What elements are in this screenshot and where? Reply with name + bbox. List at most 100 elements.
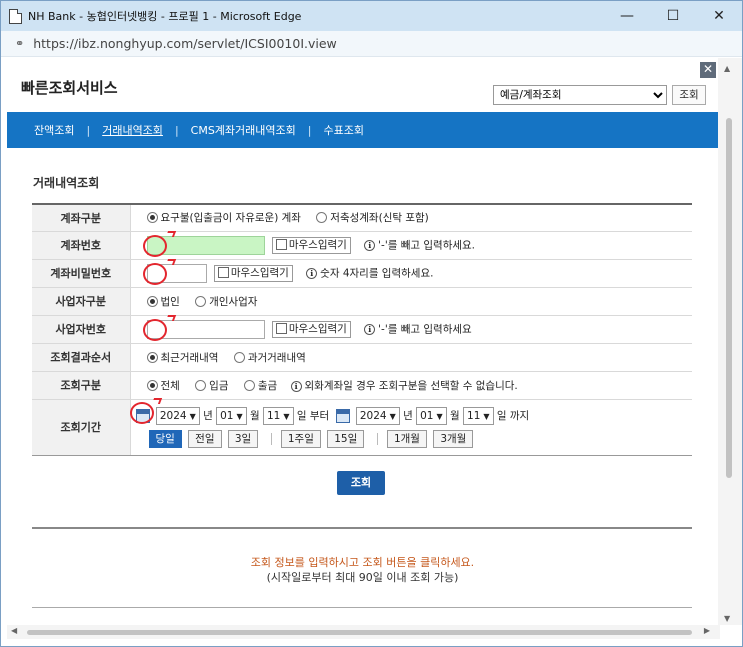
radio-label: 개인사업자: [209, 295, 258, 308]
period-3days-button[interactable]: 3일: [227, 429, 259, 448]
from-year-select[interactable]: 2024 ▼: [155, 406, 200, 425]
scroll-thumb[interactable]: [726, 118, 732, 478]
dropdown-icon: ▼: [483, 411, 490, 421]
row-account-number: 계좌번호 마우스입력기 ℹ '-'를 빼고 입력하세요.: [32, 230, 692, 260]
radio-label: 저축성계좌(신탁 포함): [330, 212, 429, 225]
row-biz-number: 사업자번호 마우스입력기 ℹ '-'를 빼고 입력하세요: [32, 314, 692, 344]
row-biz-type: 사업자구분 법인 개인사업자: [32, 287, 692, 316]
period-15days-button[interactable]: 15일: [327, 429, 365, 448]
from-year-value: 2024: [159, 409, 187, 422]
nav-balance[interactable]: 잔액조회: [34, 122, 74, 138]
from-day-select[interactable]: 11 ▼: [262, 406, 294, 425]
scroll-down-icon[interactable]: ▼: [724, 614, 730, 623]
mouse-input-toggle[interactable]: 마우스입력기: [213, 264, 293, 282]
close-window-button[interactable]: ✕: [696, 1, 742, 31]
url-text[interactable]: https://ibz.nonghyup.com/servlet/ICSI001…: [33, 36, 337, 51]
page-icon: [9, 8, 22, 24]
to-day-select[interactable]: 11 ▼: [463, 406, 494, 425]
popup-content: 빠른조회서비스 ✕ 예금/계좌조회 조회 잔액조회 | 거래내역조회 | CMS…: [7, 58, 718, 625]
quick-search-button[interactable]: 조회: [672, 85, 706, 105]
to-month-value: 01: [420, 409, 434, 422]
radio-label: 출금: [257, 379, 278, 392]
dropdown-icon: ▼: [236, 411, 243, 421]
vertical-scrollbar[interactable]: ▲ ▼: [718, 58, 742, 625]
address-bar[interactable]: ⚭ https://ibz.nonghyup.com/servlet/ICSI0…: [1, 31, 742, 57]
radio-demand-account[interactable]: [146, 212, 158, 224]
period-3months-button[interactable]: 3개월: [433, 429, 474, 448]
radio-label: 전체: [160, 379, 180, 392]
dropdown-icon: ▼: [436, 411, 443, 421]
mouse-input-toggle[interactable]: 마우스입력기: [271, 236, 351, 254]
divider: [32, 527, 692, 529]
month-unit: 월: [249, 409, 260, 422]
mouse-input-label: 마우스입력기: [288, 322, 347, 335]
horizontal-scrollbar[interactable]: ◀ ▶: [7, 625, 720, 639]
guide-message: 조회 정보를 입력하시고 조회 버튼을 클릭하세요.: [250, 556, 475, 569]
nav-separator: |: [174, 123, 179, 137]
radio-withdrawal[interactable]: [243, 379, 255, 391]
row-account-type: 계좌구분 요구불(입출금이 자유로운) 계좌 저축성계좌(신탁 포함): [32, 204, 692, 232]
divider: [32, 607, 692, 608]
radio-recent[interactable]: [146, 351, 158, 363]
lock-icon: ⚭: [15, 37, 25, 50]
row-period: 조회기간 2024 ▼ 년 01 ▼ 월 11 ▼ 일 부터 2024 ▼ 년 01 ▼: [32, 397, 692, 456]
radio-all[interactable]: [146, 379, 158, 391]
hint-text: '-'를 빼고 입력하세요.: [378, 239, 476, 251]
period-yesterday-button[interactable]: 전일: [188, 429, 222, 448]
info-icon: ℹ: [306, 268, 318, 279]
maximize-button[interactable]: ☐: [650, 1, 696, 31]
calendar-icon[interactable]: [335, 408, 350, 423]
info-icon: ℹ: [364, 324, 376, 335]
nav-cms-transactions[interactable]: CMS계좌거래내역조회: [191, 122, 296, 138]
scroll-left-icon[interactable]: ◀: [11, 626, 17, 635]
red-tick-annotation: [165, 314, 176, 321]
from-month-select[interactable]: 01 ▼: [216, 406, 247, 425]
service-select[interactable]: 예금/계좌조회: [493, 85, 667, 105]
period-1month-button[interactable]: 1개월: [386, 429, 427, 448]
to-year-select[interactable]: 2024 ▼: [355, 406, 400, 425]
scroll-up-icon[interactable]: ▲: [724, 64, 730, 73]
scroll-right-icon[interactable]: ▶: [704, 626, 710, 635]
mouse-input-checkbox[interactable]: [275, 238, 287, 250]
period-1week-button[interactable]: 1주일: [280, 429, 321, 448]
to-day-value: 11: [467, 409, 481, 422]
from-month-value: 01: [220, 409, 234, 422]
from-day-value: 11: [266, 409, 281, 422]
mouse-input-checkbox[interactable]: [275, 322, 287, 334]
guide-subtext: (시작일로부터 최대 90일 이내 조회 가능): [266, 571, 459, 584]
close-popup-icon[interactable]: ✕: [700, 62, 716, 78]
to-year-value: 2024: [359, 409, 387, 422]
radio-savings-account[interactable]: [316, 212, 328, 224]
hint-text: '-'를 빼고 입력하세요: [378, 323, 472, 335]
radio-corporation[interactable]: [146, 295, 158, 307]
period-divider: [270, 432, 272, 445]
period-today-button[interactable]: 당일: [148, 429, 182, 448]
radio-label: 요구불(입출금이 자유로운) 계좌: [160, 212, 301, 225]
radio-individual-business[interactable]: [195, 295, 207, 307]
red-tick-annotation: [165, 230, 176, 237]
submit-search-button[interactable]: 조회: [337, 471, 385, 495]
scroll-thumb[interactable]: [27, 630, 692, 635]
red-circle-annotation: [129, 401, 154, 424]
nav-check-inquiry[interactable]: 수표조회: [324, 122, 364, 138]
section-title: 거래내역조회: [33, 176, 100, 190]
radio-label: 최근거래내역: [160, 351, 219, 364]
mouse-input-toggle[interactable]: 마우스입력기: [271, 320, 351, 338]
year-unit: 년: [203, 409, 213, 422]
label-biz-number: 사업자번호: [32, 315, 131, 344]
radio-past[interactable]: [233, 351, 245, 363]
label-result-order: 조회결과순서: [32, 343, 131, 372]
mouse-input-checkbox[interactable]: [217, 266, 229, 278]
minimize-button[interactable]: —: [604, 1, 650, 31]
radio-label: 과거거래내역: [247, 351, 306, 364]
dropdown-icon: ▼: [283, 411, 290, 421]
radio-deposit[interactable]: [195, 379, 207, 391]
from-suffix: 일 부터: [296, 409, 330, 422]
to-month-select[interactable]: 01 ▼: [416, 406, 447, 425]
browser-window: NH Bank - 농협인터넷뱅킹 - 프로필 1 - Microsoft Ed…: [0, 0, 743, 647]
label-password: 계좌비밀번호: [32, 259, 131, 288]
label-period: 조회기간: [32, 399, 131, 456]
window-title: NH Bank - 농협인터넷뱅킹 - 프로필 1 - Microsoft Ed…: [28, 10, 302, 23]
info-icon: ℹ: [290, 380, 302, 392]
nav-transactions[interactable]: 거래내역조회: [102, 122, 163, 138]
